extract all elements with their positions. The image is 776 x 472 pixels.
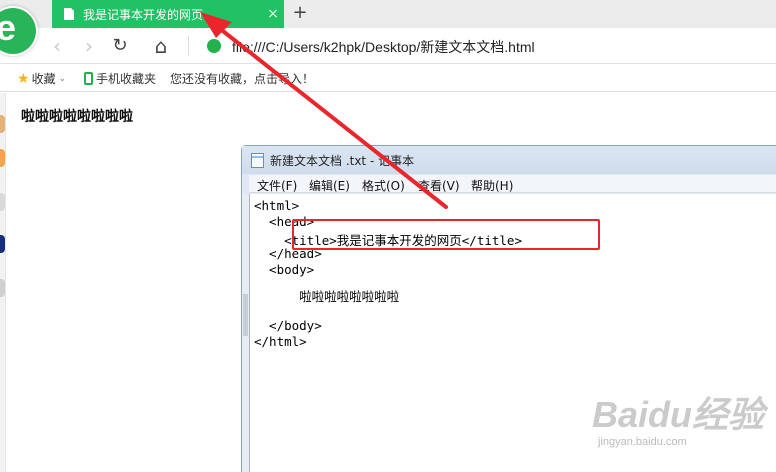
code-line: <html> — [254, 198, 300, 213]
phone-icon — [84, 72, 93, 85]
menu-edit[interactable]: 编辑(E) — [309, 177, 350, 194]
menu-view[interactable]: 查看(V) — [418, 177, 460, 194]
favorites-label: 收藏 — [31, 72, 56, 86]
tab-close-icon[interactable]: × — [262, 6, 284, 22]
bookmarks-bar: ★ 收藏 ⌄ 手机收藏夹 您还没有收藏，点击导入！ — [0, 64, 776, 92]
notepad-icon — [251, 152, 264, 168]
page-body-text: 啦啦啦啦啦啦啦啦 — [21, 109, 133, 125]
sidebar-app-icon[interactable] — [0, 115, 5, 133]
tab-title: 我是记事本开发的网页 — [83, 7, 204, 22]
import-hint[interactable]: 您还没有收藏，点击导入！ — [170, 70, 314, 87]
watermark: Baidu经验 jingyan.baidu.com — [592, 386, 772, 462]
sidebar — [0, 93, 6, 472]
notepad-menubar: 文件(F) 编辑(E) 格式(O) 查看(V) 帮助(H) — [249, 175, 776, 193]
reload-icon[interactable]: ↻ — [109, 35, 131, 57]
new-tab-button[interactable]: + — [290, 2, 310, 23]
notepad-title: 新建文本文档 .txt - 记事本 — [270, 153, 415, 168]
star-icon: ★ — [17, 70, 30, 87]
favorites-menu[interactable]: ★ 收藏 ⌄ — [17, 70, 66, 87]
highlight-box — [292, 219, 600, 250]
menu-help[interactable]: 帮助(H) — [471, 177, 513, 194]
sidebar-app-icon[interactable] — [0, 235, 5, 253]
notepad-scrollbar[interactable] — [242, 194, 249, 472]
menu-format[interactable]: 格式(O) — [362, 177, 405, 194]
secure-icon[interactable] — [207, 39, 221, 53]
mobile-favorites-label: 手机收藏夹 — [96, 72, 157, 86]
sidebar-app-icon[interactable] — [0, 193, 5, 211]
watermark-logo: Baidu经验 — [592, 394, 765, 435]
back-icon[interactable]: ‹ — [46, 35, 68, 57]
address-bar[interactable]: file:///C:/Users/k2hpk/Desktop/新建文本文档.ht… — [232, 37, 535, 57]
browser-toolbar: ‹ › ↻ ⌂ file:///C:/Users/k2hpk/Desktop/新… — [0, 28, 776, 64]
browser-tab-active[interactable]: 我是记事本开发的网页 × — [52, 0, 284, 28]
code-line: </html> — [254, 334, 307, 349]
code-line: <body> — [254, 262, 315, 277]
page-icon — [64, 8, 74, 20]
notepad-titlebar[interactable]: 新建文本文档 .txt - 记事本 — [242, 146, 776, 174]
sidebar-app-icon[interactable] — [0, 149, 5, 167]
home-icon[interactable]: ⌂ — [150, 35, 172, 57]
menu-file[interactable]: 文件(F) — [257, 177, 297, 194]
watermark-url: jingyan.baidu.com — [598, 436, 687, 448]
code-line: </body> — [254, 318, 322, 333]
scrollbar-thumb[interactable] — [243, 294, 248, 336]
code-line: 啦啦啦啦啦啦啦啦 — [254, 289, 400, 304]
mobile-favorites[interactable]: 手机收藏夹 — [84, 70, 156, 87]
chevron-down-icon: ⌄ — [58, 73, 67, 84]
tab-strip: 我是记事本开发的网页 × + — [0, 0, 776, 28]
toolbar-divider — [188, 36, 189, 56]
forward-icon[interactable]: › — [78, 35, 100, 57]
sidebar-app-icon[interactable] — [0, 279, 5, 297]
